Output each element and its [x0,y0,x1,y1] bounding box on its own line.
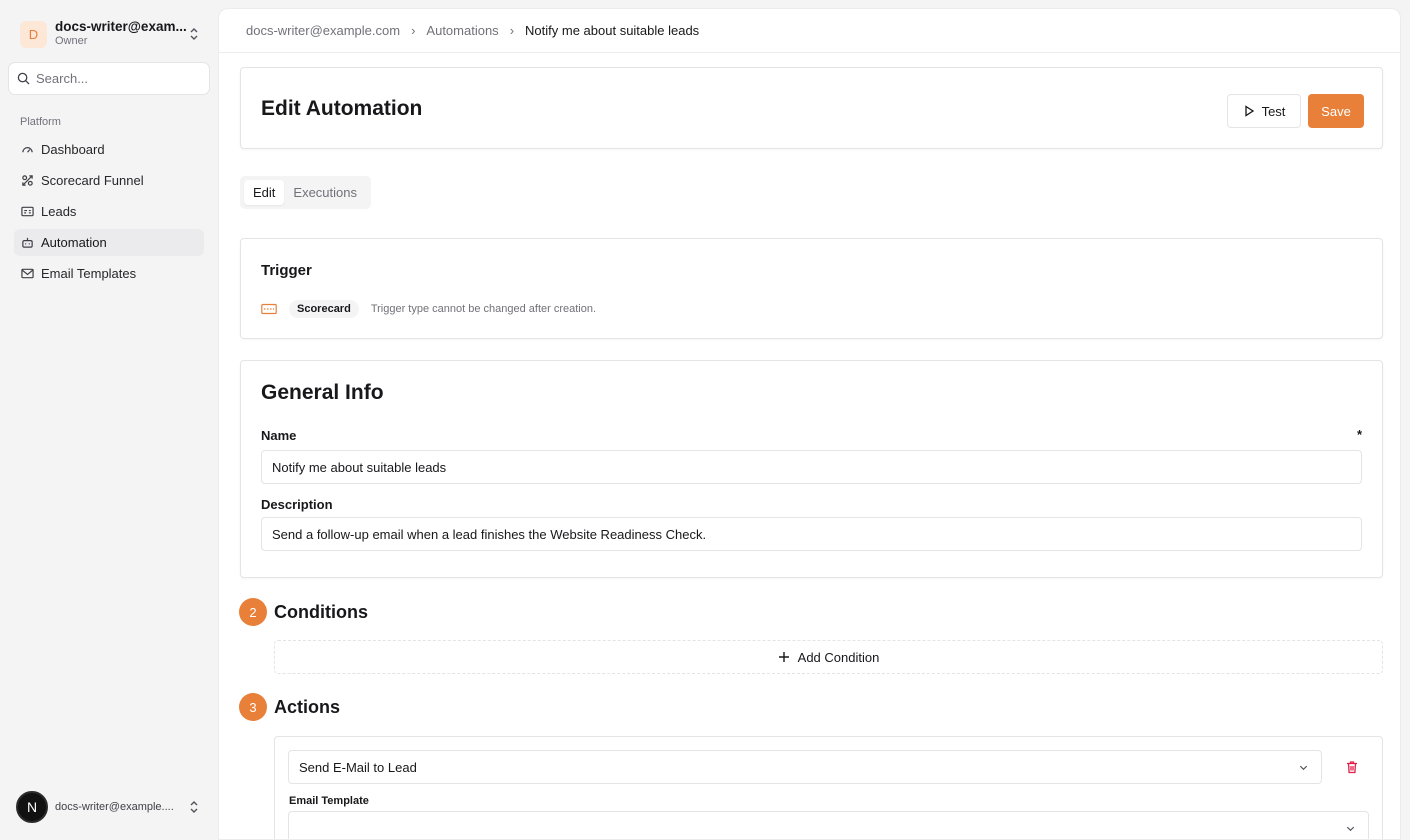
breadcrumb-automations[interactable]: Automations [426,23,498,38]
search-box[interactable] [8,62,210,95]
plus-icon [778,652,789,662]
test-button[interactable]: Test [1227,94,1301,128]
user-avatar: N [16,790,48,823]
page-header-card: Edit Automation Test Save [240,67,1383,149]
chevron-right-icon: › [411,23,416,38]
chevron-right-icon: › [509,23,515,38]
sidebar-item-email-templates[interactable]: Email Templates [14,260,204,287]
sidebar: D docs-writer@exam... Owner Platform Das… [0,0,218,840]
page-title: Edit Automation [261,97,423,120]
scorecard-icon [261,303,277,315]
tab-executions[interactable]: Executions [284,180,366,205]
conditions-step-badge: 2 [239,598,267,626]
sidebar-nav: Dashboard Scorecard Funnel Leads Automat… [14,136,204,291]
trigger-title: Trigger [261,262,312,279]
bot-icon [22,237,33,248]
search-input[interactable] [36,71,196,86]
email-template-select[interactable] [288,811,1369,839]
chevrons-up-down-icon [190,28,198,40]
sidebar-item-leads[interactable]: Leads [14,198,204,225]
chevron-down-icon [1299,765,1308,771]
main-content: docs-writer@example.com › Automations › … [218,8,1401,840]
actions-title: Actions [274,697,341,717]
action-card: Send E-Mail to Lead Email Template [274,736,1383,839]
sidebar-item-label: Email Templates [41,266,137,281]
sidebar-item-label: Leads [41,204,77,219]
conditions-title: Conditions [274,602,368,622]
save-button[interactable]: Save [1308,94,1364,128]
trigger-type-badge: Scorecard [289,300,359,318]
sidebar-item-label: Automation [41,235,107,250]
breadcrumb: docs-writer@example.com › Automations › … [219,9,1400,53]
required-mark: * [1356,427,1362,442]
chevron-down-icon [1346,826,1355,832]
breadcrumb-current: Notify me about suitable leads [525,23,700,38]
chevrons-up-down-icon [190,800,198,813]
account-switcher[interactable]: D docs-writer@exam... Owner [20,18,200,50]
email-template-label: Email Template [289,795,369,807]
general-info-card: General Info Name * Notify me about suit… [240,360,1383,578]
name-field[interactable]: Notify me about suitable leads [261,450,1362,484]
gauge-icon [22,147,33,153]
account-name: docs-writer@exam... [55,19,187,34]
user-menu[interactable]: N docs-writer@example.... [16,790,200,823]
user-email: docs-writer@example.... [55,800,174,813]
test-button-label: Test [1261,103,1286,119]
sidebar-item-scorecard-funnel[interactable]: Scorecard Funnel [14,167,204,194]
breadcrumb-account[interactable]: docs-writer@example.com [246,23,400,38]
id-card-icon [21,206,34,217]
description-field[interactable]: Send a follow-up email when a lead finis… [261,517,1362,551]
sidebar-item-automation[interactable]: Automation [14,229,204,256]
general-info-title: General Info [261,381,384,404]
actions-step-badge: 3 [239,693,267,721]
play-icon [1244,105,1254,117]
tab-edit[interactable]: Edit [244,180,285,205]
funnel-icon [22,175,33,186]
trigger-hint: Trigger type cannot be changed after cre… [370,303,597,315]
description-label: Description [261,497,333,512]
sidebar-item-label: Dashboard [41,142,105,157]
add-condition-label: Add Condition [797,649,880,665]
tab-list: Edit Executions [240,176,371,209]
trash-icon[interactable] [1345,760,1359,774]
sidebar-item-dashboard[interactable]: Dashboard [14,136,204,163]
mail-icon [21,268,34,279]
nav-section-label: Platform [20,116,61,128]
account-avatar: D [20,20,47,48]
account-role: Owner [55,35,88,47]
trigger-card: Trigger Scorecard Trigger type cannot be… [240,238,1383,339]
action-type-select[interactable]: Send E-Mail to Lead [288,750,1322,784]
add-condition-button[interactable]: Add Condition [274,640,1383,674]
action-type-value: Send E-Mail to Lead [299,759,417,775]
sidebar-item-label: Scorecard Funnel [41,173,144,188]
name-label: Name [261,428,297,443]
search-icon [17,72,30,85]
